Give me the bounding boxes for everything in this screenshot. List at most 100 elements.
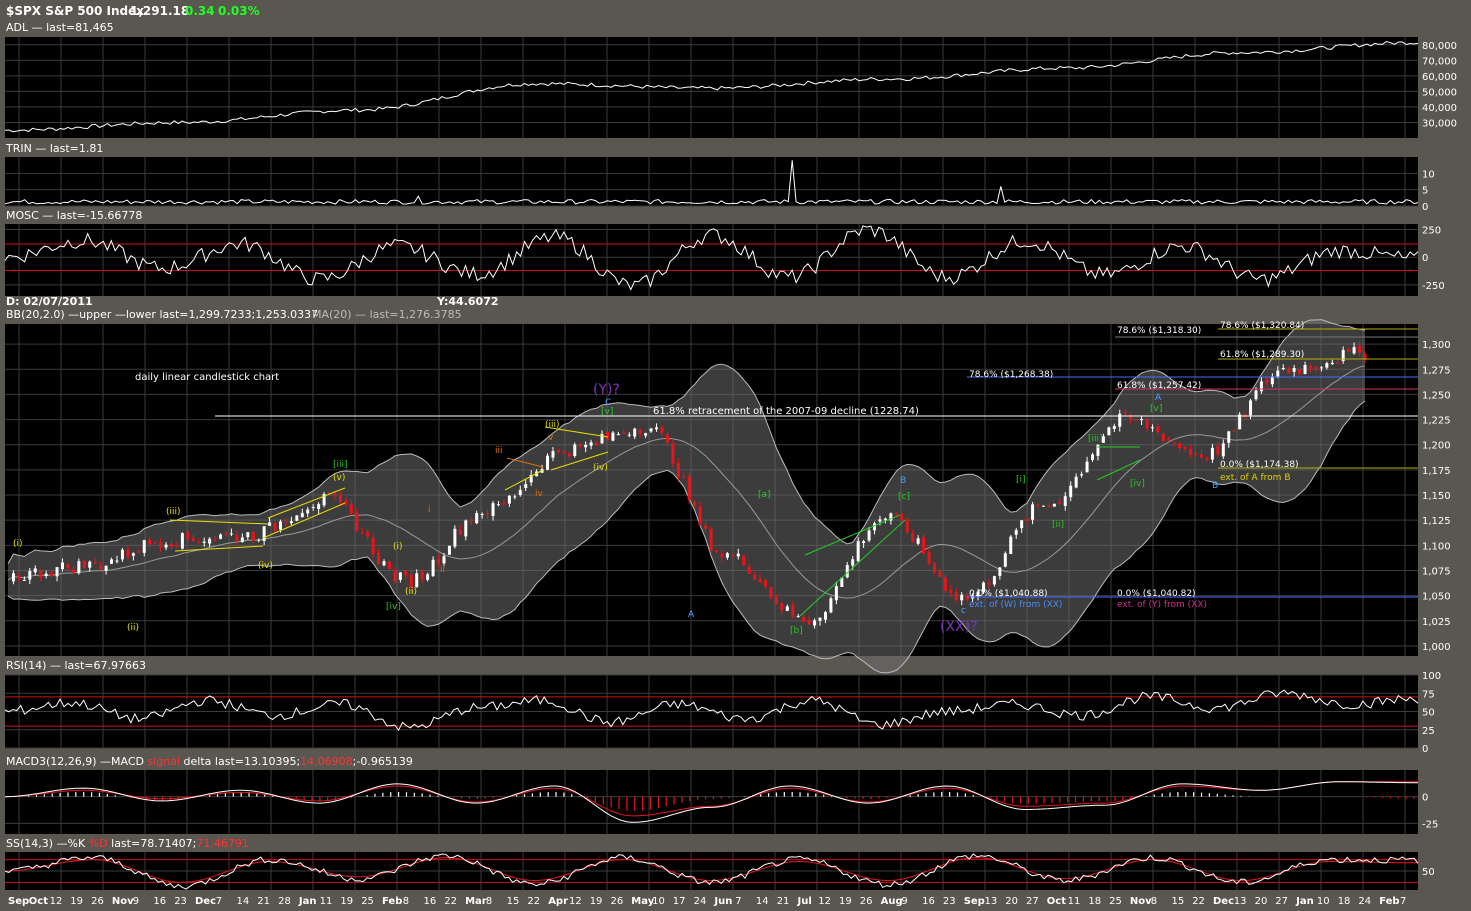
- wave-label-i2: (i): [393, 542, 403, 552]
- candle-body: [486, 513, 490, 515]
- price-tick-label: 1,050: [1422, 592, 1451, 603]
- x-tick-label: Dec: [1213, 896, 1234, 907]
- candle-body: [627, 434, 631, 436]
- candle-body: [1052, 503, 1056, 507]
- x-tick-label: Feb: [382, 896, 402, 907]
- rsi-tick-label: 50: [1422, 708, 1435, 719]
- candle-body: [82, 561, 86, 569]
- candle-body: [480, 513, 484, 515]
- candle-body: [747, 566, 751, 574]
- candle-body: [834, 586, 838, 601]
- price-tick-label: 1,075: [1422, 566, 1451, 577]
- candle-body: [698, 506, 702, 526]
- candle-body: [589, 442, 593, 446]
- adl-tick-label: 80,000: [1422, 41, 1457, 52]
- candle-body: [1178, 442, 1182, 449]
- x-tick-label: 25: [1109, 896, 1122, 907]
- candle-body: [1009, 536, 1013, 554]
- x-tick-label: 9: [133, 896, 139, 907]
- candle-body: [131, 553, 135, 556]
- candle-body: [611, 432, 615, 441]
- candle-body: [802, 616, 806, 622]
- candle-body: [44, 573, 48, 576]
- candle-body: [900, 514, 904, 521]
- candle-body: [584, 444, 588, 448]
- wave-label-a1: A: [688, 610, 695, 620]
- candle-body: [736, 553, 740, 557]
- fib-label-5: 61.8% ($1,257.42): [1117, 381, 1201, 391]
- adl-tick-label: 40,000: [1422, 103, 1457, 114]
- x-tick-label: 15: [507, 896, 520, 907]
- candle-body: [1074, 476, 1078, 488]
- candle-body: [1025, 519, 1029, 522]
- candle-body: [823, 612, 827, 620]
- macd-tick-label: -25: [1422, 819, 1438, 830]
- candle-body: [1031, 504, 1035, 520]
- candle-body: [437, 559, 441, 564]
- candle-body: [633, 428, 637, 437]
- x-tick-label: 14: [237, 896, 250, 907]
- candle-body: [1161, 433, 1165, 442]
- candle-body: [148, 539, 152, 545]
- candle-body: [1336, 362, 1340, 364]
- candle-body: [191, 538, 195, 542]
- candle-body: [1270, 376, 1274, 385]
- symbol-title: $SPX S&P 500 Index: [6, 4, 144, 18]
- macd-label-signal: signal: [148, 755, 181, 768]
- stock-chart[interactable]: $SPX S&P 500 Index 1,291.18 0.34 0.03% A…: [0, 0, 1471, 911]
- wave-label-xx: (XX)?: [940, 619, 978, 635]
- candle-body: [655, 427, 659, 430]
- candle-body: [1358, 345, 1362, 353]
- candle-body: [333, 493, 337, 496]
- candle-body: [431, 559, 435, 577]
- x-tick-label: Feb: [1379, 896, 1399, 907]
- adl-tick-label: 50,000: [1422, 87, 1457, 98]
- candle-body: [714, 550, 718, 552]
- fib-label-10: 0.0% ($1,040.82): [1117, 589, 1196, 599]
- x-tick-label: 9: [901, 896, 907, 907]
- ma-label: MA(20) — last=1,276.3785: [312, 308, 462, 321]
- candle-body: [295, 515, 299, 521]
- price-tick-label: 1,025: [1422, 617, 1451, 628]
- wave-label-a2: A: [1155, 393, 1162, 403]
- candle-body: [644, 433, 648, 436]
- x-tick-label: 8: [486, 896, 492, 907]
- wave-label-c-low: c: [961, 606, 966, 616]
- x-tick-label: 8: [1151, 896, 1157, 907]
- candle-body: [409, 574, 413, 588]
- wave-label-ii3: ii: [440, 565, 445, 575]
- trin-tick-label: 0: [1422, 202, 1428, 213]
- x-tick-label: 24: [694, 896, 707, 907]
- x-tick-label: 17: [673, 896, 686, 907]
- candle-body: [704, 525, 708, 529]
- fib-label-4: 78.6% ($1,268.38): [969, 370, 1053, 380]
- candle-body: [1041, 505, 1045, 507]
- mosc-panel: 250 0 -250: [4, 224, 1445, 296]
- candle-body: [567, 453, 571, 457]
- candle-body: [1183, 446, 1187, 450]
- x-tick-label: Jan: [1295, 896, 1314, 907]
- candle-body: [960, 594, 964, 601]
- wave-label-iv1: (iv): [258, 561, 273, 571]
- candle-body: [229, 533, 233, 535]
- x-tick-label: 8: [403, 896, 409, 907]
- date-readout: D: 02/07/2011: [6, 295, 93, 308]
- candle-body: [464, 520, 468, 537]
- x-tick-label: Sep: [964, 896, 985, 907]
- candle-body: [851, 559, 855, 566]
- x-tick-label: Jan: [298, 896, 317, 907]
- candle-body: [1096, 444, 1100, 456]
- candle-body: [175, 545, 179, 547]
- candle-body: [709, 528, 713, 551]
- candle-body: [197, 542, 201, 544]
- candle-body: [1145, 419, 1149, 429]
- candle-body: [1221, 443, 1225, 457]
- trin-tick-label: 5: [1422, 186, 1428, 197]
- x-tick-label: 22: [444, 896, 457, 907]
- candle-body: [725, 553, 729, 558]
- candle-body: [987, 583, 991, 585]
- macd-label-c: delta last=13.10395;: [180, 755, 300, 768]
- candle-body: [622, 432, 626, 434]
- price-tick-label: 1,225: [1422, 416, 1451, 427]
- wave-label-b2: B: [1212, 481, 1218, 491]
